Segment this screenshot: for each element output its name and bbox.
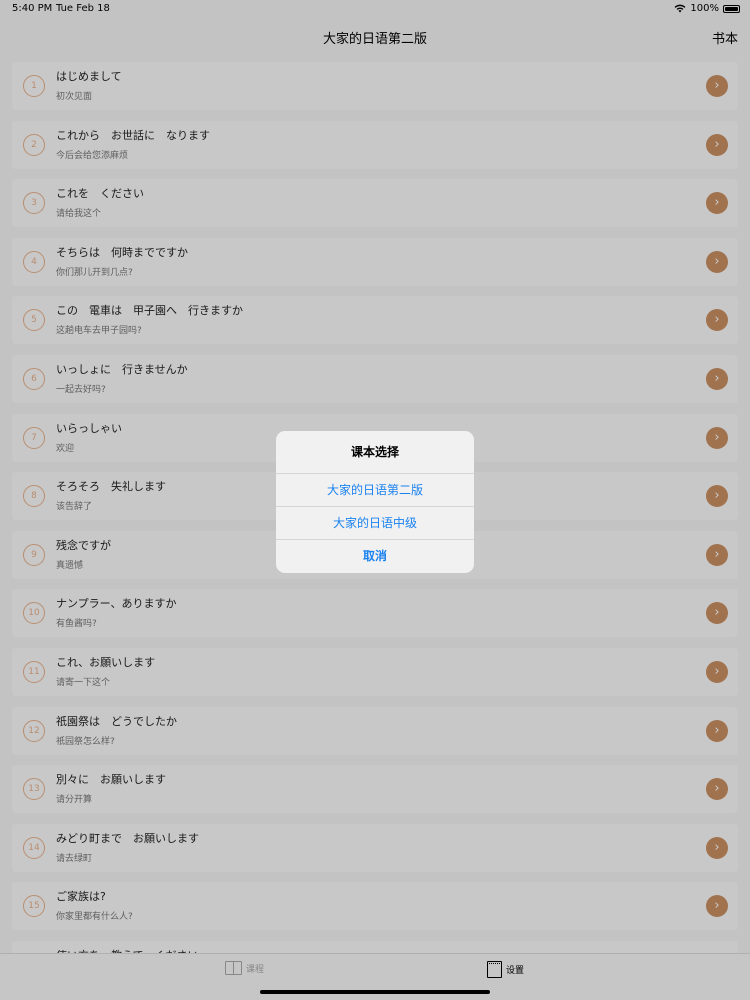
cancel-button[interactable]: 取消 [276, 540, 474, 573]
book-select-alert: 课本选择 大家的日语第二版 大家的日语中级 取消 [276, 431, 474, 573]
option-minna-2nd-button[interactable]: 大家的日语第二版 [276, 474, 474, 507]
option-minna-intermediate-button[interactable]: 大家的日语中级 [276, 507, 474, 540]
alert-title: 课本选择 [276, 431, 474, 474]
